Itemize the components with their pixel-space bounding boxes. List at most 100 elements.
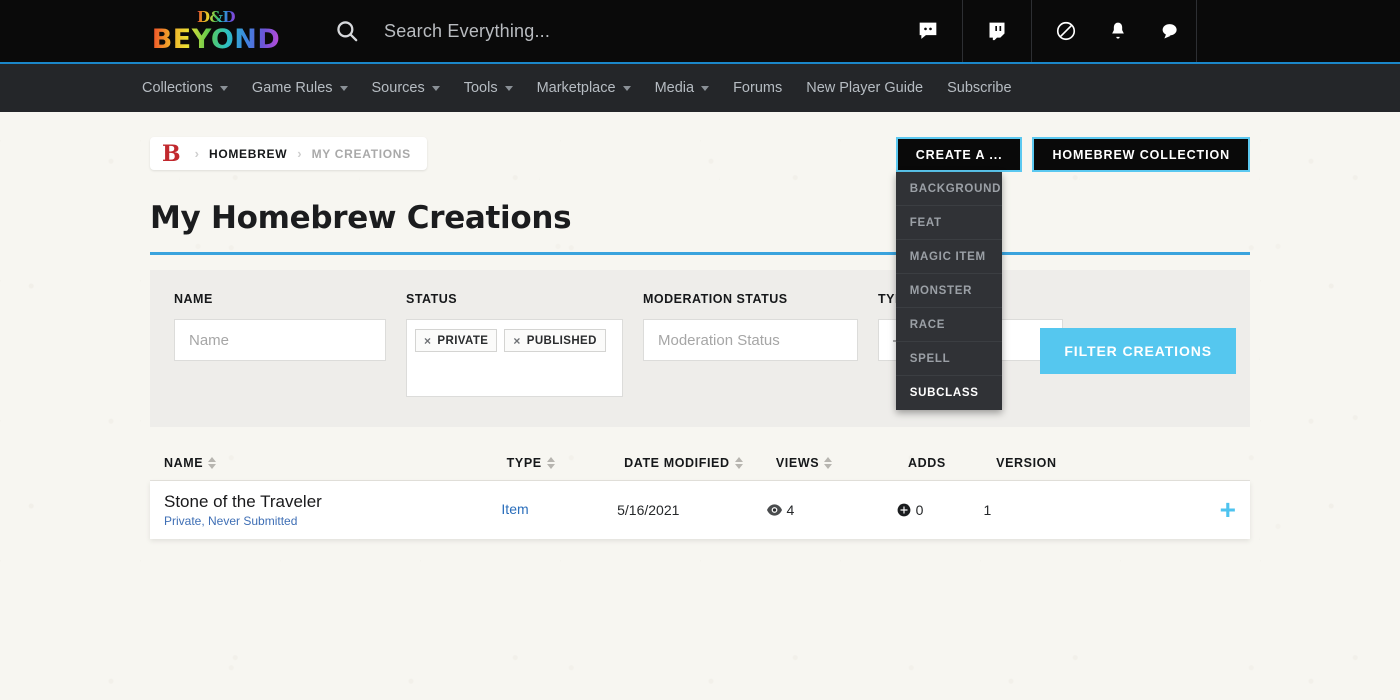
dropdown-item-feat[interactable]: FEAT [896, 206, 1002, 240]
nav-item-forums[interactable]: Forums [721, 63, 794, 113]
nav-item-tools[interactable]: Tools [452, 63, 525, 113]
chevron-down-icon [623, 86, 631, 91]
breadcrumb-item-my-creations[interactable]: MY CREATIONS [312, 147, 411, 161]
header-action-buttons: CREATE A ... BACKGROUND FEAT MAGIC ITEM … [896, 137, 1250, 172]
breadcrumb-separator-2: › [297, 146, 301, 161]
breadcrumb-home-icon[interactable]: B [162, 143, 181, 165]
dropdown-item-spell[interactable]: SPELL [896, 342, 1002, 376]
nav-item-sources[interactable]: Sources [360, 63, 452, 113]
sort-arrows-icon[interactable] [824, 457, 832, 469]
nav-item-new-player-guide[interactable]: New Player Guide [794, 63, 935, 113]
discord-icon[interactable] [902, 0, 954, 62]
dice-compass-icon[interactable] [1040, 0, 1092, 62]
cell-name: Stone of the Traveler Private, Never Sub… [164, 492, 501, 529]
breadcrumb: B › HOMEBREW › MY CREATIONS [150, 137, 427, 170]
name-input[interactable]: Name [174, 319, 386, 361]
column-header-version: VERSION [996, 456, 1236, 470]
chevron-down-icon [432, 86, 440, 91]
dnd-beyond-logo[interactable]: D&D BEYOND [140, 7, 292, 55]
dropdown-item-background[interactable]: BACKGROUND [896, 172, 1002, 206]
table-header-row: NAME TYPE DATE MODIFIED VIEWS ADDS [150, 445, 1250, 481]
creation-type-link[interactable]: Item [501, 501, 528, 517]
search-input[interactable]: Search Everything... [384, 21, 550, 42]
nav-label: Collections [142, 80, 213, 96]
create-a-dropdown-menu: BACKGROUND FEAT MAGIC ITEM MONSTER RACE … [896, 172, 1002, 410]
nav-label: Media [655, 80, 695, 96]
nav-label: Sources [372, 80, 425, 96]
cell-views: 4 [767, 502, 897, 518]
cell-actions: + [1220, 496, 1236, 524]
column-label: DATE MODIFIED [624, 456, 729, 470]
column-header-date-modified[interactable]: DATE MODIFIED [624, 456, 776, 470]
logo-beyond-text: BEYOND [152, 26, 281, 53]
create-a-button[interactable]: CREATE A ... [896, 137, 1023, 172]
token-label: PRIVATE [437, 335, 488, 347]
token-label: PUBLISHED [527, 335, 597, 347]
cell-adds: 0 [897, 502, 984, 518]
adds-count: 0 [916, 502, 924, 518]
add-to-collection-button[interactable]: + [1220, 496, 1236, 524]
filter-group-moderation-status: MODERATION STATUS Moderation Status [633, 292, 868, 361]
cell-date-modified: 5/16/2021 [617, 502, 766, 518]
twitch-icon[interactable] [971, 0, 1023, 62]
nav-item-subscribe[interactable]: Subscribe [935, 63, 1023, 113]
status-token-private[interactable]: × PRIVATE [415, 329, 497, 352]
cell-version: 1 [983, 502, 1219, 518]
chevron-down-icon [505, 86, 513, 91]
views-count: 4 [787, 502, 795, 518]
breadcrumb-item-homebrew[interactable]: HOMEBREW [209, 147, 287, 161]
status-token-published[interactable]: × PUBLISHED [504, 329, 605, 352]
sort-arrows-icon[interactable] [208, 457, 216, 469]
nav-item-game-rules[interactable]: Game Rules [240, 63, 360, 113]
filter-creations-button[interactable]: FILTER CREATIONS [1040, 328, 1236, 374]
chevron-down-icon [701, 86, 709, 91]
nav-item-marketplace[interactable]: Marketplace [525, 63, 643, 113]
bell-icon[interactable] [1092, 0, 1144, 62]
breadcrumb-separator: › [195, 146, 199, 161]
top-bar-icon-group [902, 0, 1400, 62]
filter-label-status: STATUS [406, 292, 623, 306]
search-icon[interactable] [332, 16, 362, 46]
column-header-type[interactable]: TYPE [507, 456, 624, 470]
nav-label: New Player Guide [806, 80, 923, 96]
dropdown-item-magic-item[interactable]: MAGIC ITEM [896, 240, 1002, 274]
main-navigation: Collections Game Rules Sources Tools Mar… [0, 62, 1400, 112]
dropdown-item-subclass[interactable]: SUBCLASS [896, 376, 1002, 410]
title-underline [150, 252, 1250, 255]
column-label: ADDS [908, 456, 946, 470]
close-icon[interactable]: × [424, 334, 431, 348]
homebrew-collection-button[interactable]: HOMEBREW COLLECTION [1032, 137, 1250, 172]
column-label: NAME [164, 456, 203, 470]
dropdown-item-monster[interactable]: MONSTER [896, 274, 1002, 308]
table-row[interactable]: Stone of the Traveler Private, Never Sub… [150, 481, 1250, 539]
column-label: VERSION [996, 456, 1056, 470]
column-header-views[interactable]: VIEWS [776, 456, 908, 470]
chevron-down-icon [340, 86, 348, 91]
nav-label: Marketplace [537, 80, 616, 96]
filter-panel: NAME Name STATUS × PRIVATE × PUBLISHED [150, 270, 1250, 427]
close-icon[interactable]: × [513, 334, 520, 348]
dropdown-item-race[interactable]: RACE [896, 308, 1002, 342]
filter-group-status: STATUS × PRIVATE × PUBLISHED [396, 292, 633, 397]
column-label: VIEWS [776, 456, 819, 470]
top-bar-right-spacer [1196, 0, 1400, 62]
filter-label-moderation-status: MODERATION STATUS [643, 292, 858, 306]
sort-arrows-icon[interactable] [735, 457, 743, 469]
column-header-name[interactable]: NAME [164, 456, 507, 470]
page-content: B › HOMEBREW › MY CREATIONS CREATE A ...… [0, 112, 1400, 539]
creation-title[interactable]: Stone of the Traveler [164, 492, 501, 512]
nav-label: Tools [464, 80, 498, 96]
chat-bubble-icon[interactable] [1144, 0, 1196, 62]
moderation-status-input[interactable]: Moderation Status [643, 319, 858, 361]
cell-type: Item [501, 501, 617, 519]
chevron-down-icon [220, 86, 228, 91]
add-circle-icon [897, 503, 911, 517]
nav-item-collections[interactable]: Collections [130, 63, 240, 113]
creation-status-text: Private, Never Submitted [164, 514, 501, 528]
nav-label: Subscribe [947, 80, 1011, 96]
page-root: D&D BEYOND Search Everything... [0, 0, 1400, 700]
sort-arrows-icon[interactable] [547, 457, 555, 469]
nav-item-media[interactable]: Media [643, 63, 722, 113]
top-bar: D&D BEYOND Search Everything... [0, 0, 1400, 62]
status-token-input[interactable]: × PRIVATE × PUBLISHED [406, 319, 623, 397]
